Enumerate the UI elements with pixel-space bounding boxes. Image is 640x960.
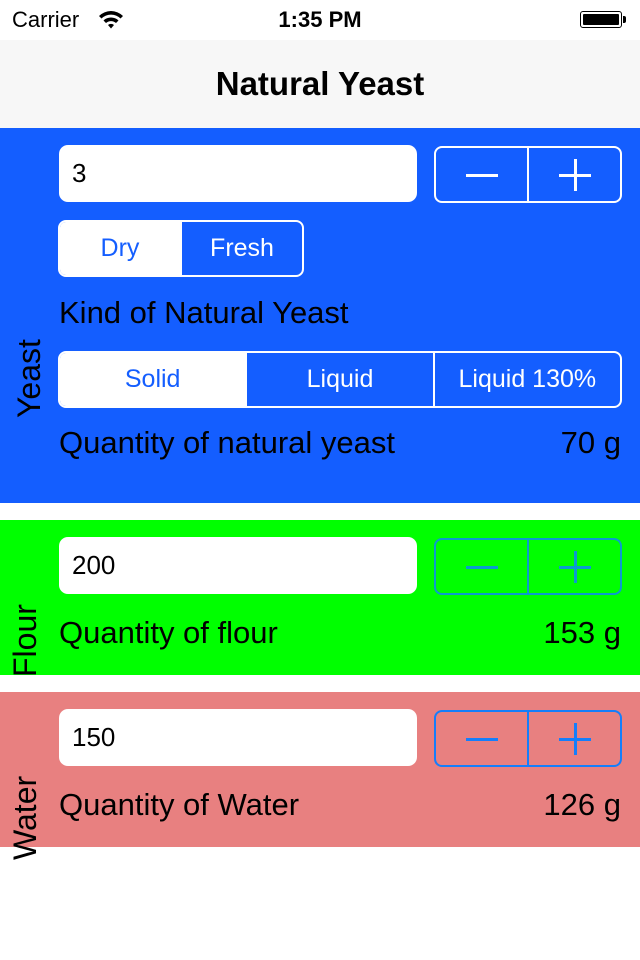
yeast-amount-input[interactable] — [59, 145, 417, 202]
navigation-bar: Natural Yeast — [0, 40, 640, 128]
yeast-section-label: Yeast — [11, 338, 47, 418]
yeast-decrement-button[interactable] — [436, 148, 527, 201]
page-title: Natural Yeast — [215, 65, 425, 102]
status-time: 1:35 PM — [278, 7, 362, 32]
water-section: Water Quantity of Water 126 g — [0, 692, 640, 860]
yeast-increment-button[interactable] — [527, 148, 620, 201]
battery-icon — [580, 11, 622, 28]
flour-amount-input[interactable] — [59, 537, 417, 594]
yeast-quantity-label: Quantity of natural yeast — [59, 425, 396, 460]
status-bar: Carrier 1:35 PM — [0, 0, 640, 40]
yeast-type-segmented-control[interactable]: Dry Fresh — [58, 220, 304, 277]
water-section-label: Water — [7, 775, 43, 860]
yeast-section: Yeast Dry Fresh Kind of Natural Yeast So… — [0, 128, 640, 503]
segment-fresh[interactable]: Fresh — [180, 222, 302, 275]
yeast-stepper[interactable] — [434, 146, 622, 203]
water-quantity-value: 126 g — [543, 787, 621, 822]
water-amount-input[interactable] — [59, 709, 417, 766]
minus-icon — [465, 565, 498, 569]
flour-increment-button[interactable] — [527, 540, 620, 593]
flour-quantity-value: 153 g — [543, 615, 621, 650]
yeast-quantity-value: 70 g — [560, 425, 621, 460]
flour-section: Flour Quantity of flour 153 g — [0, 520, 640, 677]
minus-icon — [465, 173, 498, 177]
flour-stepper[interactable] — [434, 538, 622, 595]
flour-decrement-button[interactable] — [436, 540, 527, 593]
water-stepper[interactable] — [434, 710, 622, 767]
water-increment-button[interactable] — [527, 712, 620, 765]
segment-solid[interactable]: Solid — [60, 353, 246, 406]
flour-quantity-label: Quantity of flour — [59, 615, 278, 650]
segment-liquid-130[interactable]: Liquid 130% — [432, 353, 620, 406]
yeast-kind-segmented-control[interactable]: Solid Liquid Liquid 130% — [58, 351, 622, 408]
water-quantity-label: Quantity of Water — [59, 787, 300, 822]
battery-tip — [623, 16, 626, 23]
minus-icon — [465, 737, 498, 741]
water-decrement-button[interactable] — [436, 712, 527, 765]
segment-dry[interactable]: Dry — [60, 222, 180, 275]
segment-liquid[interactable]: Liquid — [245, 353, 432, 406]
kind-of-yeast-label: Kind of Natural Yeast — [59, 295, 349, 330]
flour-section-label: Flour — [7, 603, 43, 677]
